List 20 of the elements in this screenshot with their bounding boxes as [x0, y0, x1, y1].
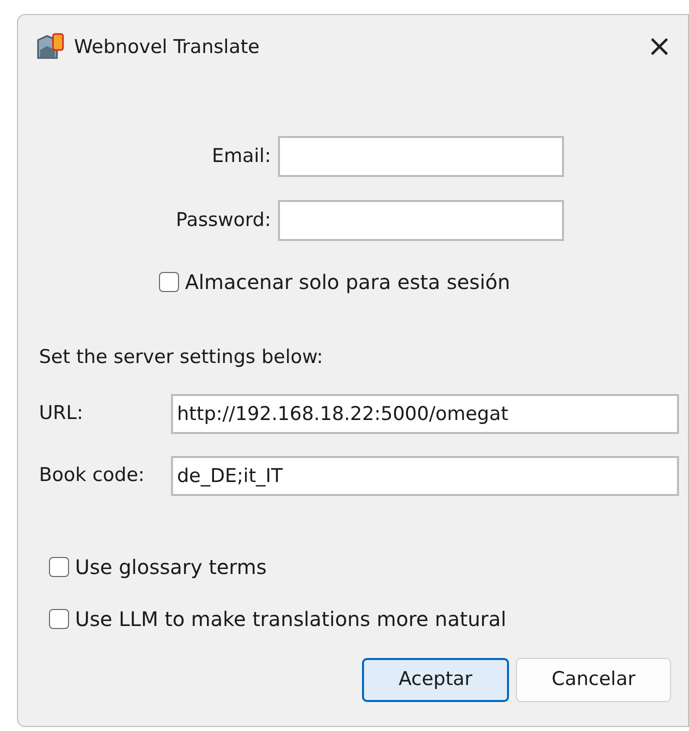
text-field[interactable]: http://192.168.18.22:5000/omegat: [171, 394, 679, 434]
section-heading: Set the server settings below:: [39, 345, 324, 370]
checkbox-label: Almacenar solo para esta sesión: [185, 269, 510, 296]
checkbox-label: Use glossary terms: [75, 554, 267, 580]
checkbox[interactable]: [49, 608, 69, 628]
close-button[interactable]: ×: [646, 32, 672, 62]
text-field[interactable]: [278, 200, 564, 241]
app-icon: [35, 32, 65, 62]
field-label: Email:: [210, 144, 272, 170]
field-label: Book code:: [39, 463, 146, 488]
checkbox[interactable]: [159, 272, 179, 292]
field-label: Password:: [174, 208, 272, 234]
dialog-button[interactable]: Cancelar: [516, 658, 671, 702]
checkbox[interactable]: [49, 556, 69, 576]
dialog-button[interactable]: Aceptar: [362, 658, 509, 702]
window-title: Webnovel Translate: [74, 34, 260, 60]
text-field[interactable]: [278, 136, 564, 177]
checkbox-label: Use LLM to make translations more natural: [75, 606, 506, 632]
text-field[interactable]: de_DE;it_IT: [171, 456, 679, 496]
field-label: URL:: [39, 401, 84, 426]
